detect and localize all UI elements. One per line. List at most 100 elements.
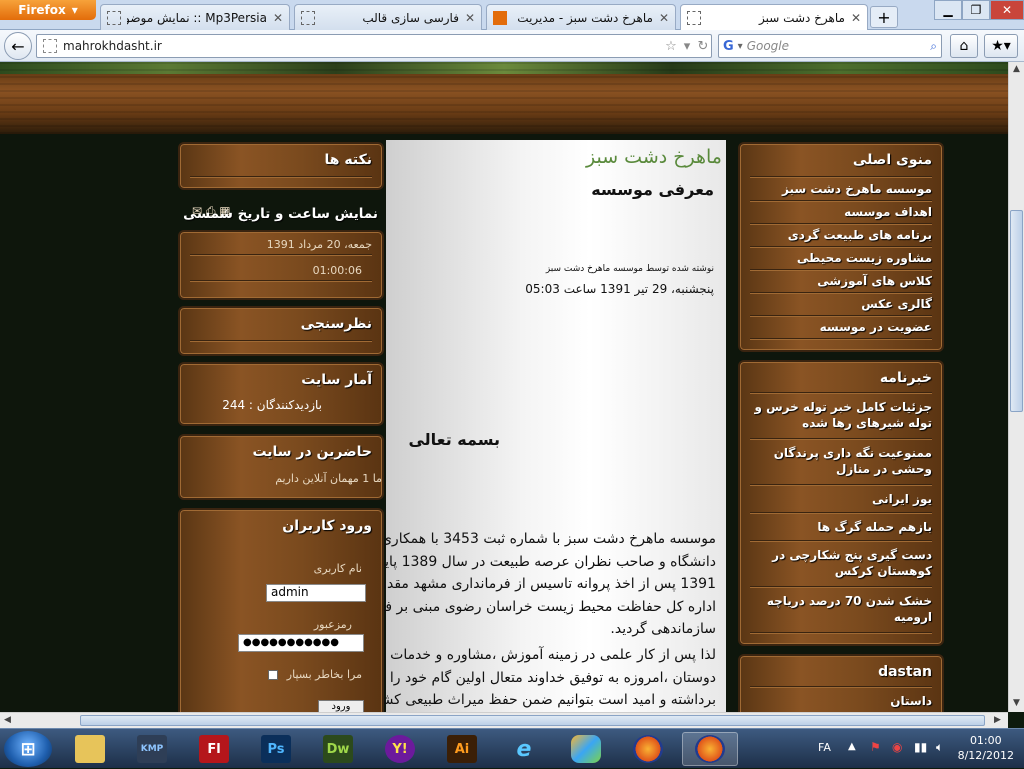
taskbar-explorer[interactable] xyxy=(62,732,118,766)
chevron-down-icon: ▾ xyxy=(71,3,78,17)
yahoo-messenger-icon: Y! xyxy=(385,735,415,763)
dastan-title: dastan xyxy=(878,664,932,680)
news-item[interactable]: کوهستان کرکس xyxy=(835,564,932,578)
stats-box: آمار سایت بازدیدکنندگان : 244 xyxy=(178,362,384,426)
password-label: رمزعبور xyxy=(313,618,352,631)
main-menu-title: منوی اصلی xyxy=(852,152,932,168)
taskbar-firefox-1[interactable] xyxy=(620,732,676,766)
news-item[interactable]: توله شیرهای رها شده xyxy=(802,416,932,430)
home-button[interactable]: ⌂ xyxy=(950,34,978,58)
star-icon[interactable]: ☆ xyxy=(663,39,679,54)
password-field[interactable]: ●●●●●●●●●●● xyxy=(238,634,364,652)
news-item[interactable]: ممنوعیت نگه داری پرندگان xyxy=(774,446,932,460)
search-icon[interactable]: ⌕ xyxy=(930,39,937,54)
bismillah-heading: بسمه تعالی xyxy=(408,430,500,449)
photoshop-icon: Ps xyxy=(261,735,291,763)
news-item[interactable]: جزئیات کامل خبر توله خرس و xyxy=(754,400,932,414)
taskbar-dreamweaver[interactable]: Dw xyxy=(310,732,366,766)
language-indicator[interactable]: FA xyxy=(818,741,831,754)
tab-title: ماهرخ دشت سبز - مدیریت xyxy=(517,10,653,25)
system-clock[interactable]: 01:00 8/12/2012 xyxy=(958,733,1014,763)
bookmarks-button[interactable]: ★▾ xyxy=(984,34,1018,58)
taskbar-photoshop[interactable]: Ps xyxy=(248,732,304,766)
remember-checkbox[interactable] xyxy=(268,670,278,680)
taskbar-yahoo[interactable]: Y! xyxy=(372,732,428,766)
news-item[interactable]: ارومیه xyxy=(894,610,932,624)
minimize-button[interactable]: ▁ xyxy=(934,0,962,20)
arrow-left-icon: ← xyxy=(11,36,25,56)
close-icon[interactable]: ✕ xyxy=(465,11,475,25)
close-icon[interactable]: ✕ xyxy=(851,11,861,25)
dropdown-icon[interactable]: ▾ xyxy=(679,39,695,54)
news-item[interactable]: دست گیری پنج شکارچی در xyxy=(772,548,932,562)
taskbar-firefox-2[interactable] xyxy=(682,732,738,766)
online-count: ما 1 مهمان آنلاین داریم xyxy=(275,472,382,485)
taskbar-illustrator[interactable]: Ai xyxy=(434,732,490,766)
horizontal-scroll-thumb[interactable] xyxy=(80,715,985,726)
dastan-item[interactable]: داستان xyxy=(890,694,932,708)
menu-item-consulting[interactable]: مشاوره زیست محیطی xyxy=(797,251,932,265)
visitor-count: بازدیدکنندگان : 244 xyxy=(222,398,322,412)
messenger-icon xyxy=(571,735,601,763)
stats-title: آمار سایت xyxy=(301,372,372,388)
tab-title: ماهرخ دشت سبز xyxy=(759,11,845,25)
tab-site[interactable]: ماهرخ دشت سبز ✕ xyxy=(680,4,868,31)
vertical-scroll-thumb[interactable] xyxy=(1010,210,1023,412)
article-date: پنجشنبه، 29 تیر 1391 ساعت 05:03 xyxy=(525,282,714,296)
search-input[interactable]: Google xyxy=(747,39,927,53)
taskbar-kmp[interactable]: KMP xyxy=(124,732,180,766)
login-button[interactable]: ورود xyxy=(318,700,364,712)
close-icon[interactable]: ✕ xyxy=(659,11,669,25)
site-title[interactable]: ماهرخ دشت سبز xyxy=(586,146,722,168)
dropdown-icon[interactable]: ▾ xyxy=(738,41,743,52)
illustrator-icon: Ai xyxy=(447,735,477,763)
reload-icon[interactable]: ↻ xyxy=(695,39,711,54)
firefox-menu-button[interactable]: Firefox ▾ xyxy=(0,0,96,20)
taskbar-flash[interactable]: Fl xyxy=(186,732,242,766)
volume-icon[interactable]: 🔈︎ xyxy=(936,740,943,755)
back-button[interactable]: ← xyxy=(4,32,32,60)
network-icon[interactable]: ▮▮ xyxy=(914,740,927,754)
system-tray: FA ▲ ⚑ ◉ ▮▮ 🔈︎ 01:00 8/12/2012 xyxy=(810,729,1024,769)
tab-mp3persia[interactable]: Mp3Persia :: نمایش موضوع ✕ xyxy=(100,4,290,30)
horizontal-scrollbar[interactable]: ◀ ▶ xyxy=(0,712,1008,728)
vertical-scrollbar[interactable]: ▲ ▼ xyxy=(1008,62,1024,712)
news-item[interactable]: خشک شدن 70 درصد دریاچه xyxy=(767,594,932,608)
menu-item-goals[interactable]: اهداف موسسه xyxy=(844,205,932,219)
tab-title: فارسی سازی قالب xyxy=(362,10,459,25)
menu-item-classes[interactable]: کلاس های آموزشی xyxy=(817,274,932,288)
firefox-menu-label: Firefox xyxy=(18,3,66,17)
close-icon[interactable]: ✕ xyxy=(273,11,283,25)
menu-item-membership[interactable]: عضویت در موسسه xyxy=(820,320,932,334)
window-close-button[interactable]: ✕ xyxy=(990,0,1024,20)
action-center-flag-icon[interactable]: ⚑ xyxy=(870,740,881,754)
folder-icon xyxy=(75,735,105,763)
menu-item-institute[interactable]: موسسه ماهرخ دشت سبز xyxy=(782,182,932,196)
page-favicon-icon xyxy=(43,39,57,53)
page-favicon-icon xyxy=(687,11,701,25)
url-bar[interactable]: mahrokhdasht.ir ☆ ▾ ↻ xyxy=(36,34,712,58)
taskbar-app[interactable] xyxy=(558,732,614,766)
google-icon: G xyxy=(723,38,734,54)
newsletter-title: خبرنامه xyxy=(879,370,932,386)
tab-admin[interactable]: ماهرخ دشت سبز - مدیریت ✕ xyxy=(486,4,676,30)
antivirus-icon[interactable]: ◉ xyxy=(892,740,902,754)
maximize-button[interactable]: ❐ xyxy=(962,0,990,20)
username-field[interactable]: admin xyxy=(266,584,366,602)
news-item[interactable]: یوز ایرانی xyxy=(872,492,932,506)
tab-farsi[interactable]: فارسی سازی قالب ✕ xyxy=(294,4,482,30)
news-item[interactable]: بازهم حمله گرگ ها xyxy=(817,520,932,534)
menu-item-tours[interactable]: برنامه های طبیعت گردی xyxy=(788,228,932,242)
new-tab-button[interactable]: + xyxy=(870,6,898,28)
news-item[interactable]: وحشی در منازل xyxy=(836,462,932,476)
menu-item-gallery[interactable]: گالری عکس xyxy=(861,297,932,311)
search-bar[interactable]: G ▾ Google ⌕ xyxy=(718,34,942,58)
show-hidden-icons[interactable]: ▲ xyxy=(848,741,856,752)
newsletter-box: خبرنامه جزئیات کامل خبر توله خرس و توله … xyxy=(738,360,944,646)
article-title[interactable]: معرفی موسسه xyxy=(591,180,714,199)
nav-bar: ← mahrokhdasht.ir ☆ ▾ ↻ G ▾ Google ⌕ ⌂ ★… xyxy=(0,30,1024,62)
start-button[interactable]: ⊞ xyxy=(4,731,52,767)
taskbar-ie[interactable]: e xyxy=(496,732,552,766)
login-box: ورود کاربران نام کاربری admin رمزعبور ●●… xyxy=(178,508,384,712)
url-text: mahrokhdasht.ir xyxy=(63,39,162,53)
